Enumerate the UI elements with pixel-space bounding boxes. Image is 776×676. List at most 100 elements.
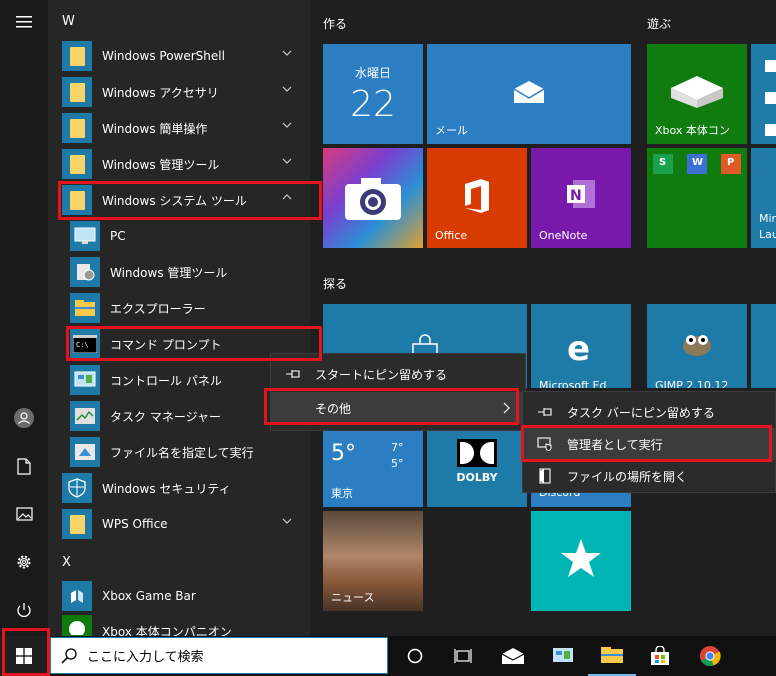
app-explorer[interactable]: エクスプローラー bbox=[70, 291, 306, 325]
app-label: Xbox Game Bar bbox=[102, 589, 196, 603]
tile-office-mini-group[interactable]: S W P bbox=[647, 148, 747, 248]
taskbar: ここに入力して検索 bbox=[0, 636, 776, 676]
highlight-start-button bbox=[2, 628, 50, 676]
presentation-icon: P bbox=[721, 154, 741, 174]
app-windows-admin-tools-folder[interactable]: Windows 管理ツール bbox=[62, 147, 306, 181]
tile-weather[interactable]: 5° 7° 5° 東京 bbox=[323, 427, 423, 507]
document-icon bbox=[17, 457, 31, 475]
tile-label: 東京 bbox=[331, 487, 353, 500]
power-icon bbox=[17, 603, 31, 618]
power-button[interactable] bbox=[0, 590, 48, 630]
control-panel-icon bbox=[70, 365, 100, 395]
taskbar-explorer-button[interactable] bbox=[588, 636, 636, 676]
app-xbox-companion[interactable]: Xbox 本体コンパニオン bbox=[62, 615, 306, 636]
tile-onenote[interactable]: N OneNote bbox=[531, 148, 631, 248]
start-menu: W Windows PowerShell Windows アクセサリ Windo… bbox=[0, 0, 776, 676]
group-label-play[interactable]: 遊ぶ bbox=[647, 15, 671, 32]
file-location-icon bbox=[539, 468, 551, 484]
app-windows-ease-of-access[interactable]: Windows 簡単操作 bbox=[62, 111, 306, 145]
sheets-icon: S bbox=[653, 154, 673, 174]
section-letter-w[interactable]: W bbox=[62, 14, 75, 29]
tile-edge[interactable]: e Microsoft Ed bbox=[531, 304, 631, 388]
app-label: Windows 管理ツール bbox=[110, 265, 228, 280]
app-windows-accessories[interactable]: Windows アクセサリ bbox=[62, 75, 306, 109]
gear-icon bbox=[17, 555, 31, 569]
tile-play-partial-top[interactable] bbox=[751, 44, 776, 144]
hamburger-icon bbox=[16, 16, 32, 28]
hamburger-menu-button[interactable] bbox=[0, 2, 48, 42]
tile-mail[interactable]: メール bbox=[427, 44, 631, 144]
app-xbox-game-bar[interactable]: Xbox Game Bar bbox=[62, 579, 306, 613]
calendar-day: 水曜日 bbox=[354, 66, 391, 80]
group-label-explore[interactable]: 探る bbox=[323, 275, 347, 292]
cortana-button[interactable] bbox=[391, 636, 439, 676]
writer-icon: W bbox=[687, 154, 707, 174]
task-view-icon bbox=[454, 649, 472, 663]
app-list: W Windows PowerShell Windows アクセサリ Windo… bbox=[48, 0, 310, 636]
group-label-create[interactable]: 作る bbox=[323, 15, 347, 32]
store-bag-icon bbox=[651, 646, 669, 665]
dolby-logo-icon bbox=[457, 439, 497, 467]
folder-icon bbox=[62, 113, 92, 143]
settings-button[interactable] bbox=[0, 542, 48, 582]
tile-icon bbox=[765, 60, 776, 136]
tile-office[interactable]: Office bbox=[427, 148, 527, 248]
app-pc[interactable]: PC bbox=[70, 219, 306, 253]
app-label: Windows セキュリティ bbox=[102, 481, 231, 496]
chevron-down-icon bbox=[282, 518, 292, 524]
tile-label: GIMP 2.10.12 bbox=[655, 379, 729, 388]
task-view-button[interactable] bbox=[439, 636, 487, 676]
taskbar-store-button[interactable] bbox=[636, 636, 684, 676]
tile-play-partial-bottom[interactable] bbox=[751, 304, 776, 388]
tile-label: メール bbox=[435, 124, 468, 137]
chevron-down-icon bbox=[282, 86, 292, 92]
envelope-icon bbox=[501, 648, 525, 664]
tile-label: Lau bbox=[759, 228, 776, 241]
app-windows-security[interactable]: Windows セキュリティ bbox=[62, 471, 306, 505]
folder-icon bbox=[62, 77, 92, 107]
app-label: Windows 管理ツール bbox=[102, 157, 220, 172]
menu-item-label: ファイルの場所を開く bbox=[567, 469, 688, 484]
tile-label: OneNote bbox=[539, 229, 588, 242]
tile-gimp[interactable]: GIMP 2.10.12 bbox=[647, 304, 747, 388]
documents-button[interactable] bbox=[0, 446, 48, 486]
game-bar-icon bbox=[62, 581, 92, 611]
file-explorer-icon bbox=[601, 647, 623, 663]
tile-minecraft-launcher-partial[interactable]: Mir Lau bbox=[751, 148, 776, 248]
taskbar-chrome-button[interactable] bbox=[686, 636, 734, 676]
taskbar-control-panel-button[interactable] bbox=[539, 636, 587, 676]
tile-xbox-companion[interactable]: Xbox 本体コン bbox=[647, 44, 747, 144]
app-windows-powershell[interactable]: Windows PowerShell bbox=[62, 39, 306, 73]
menu-item-label: タスク バーにピン留めする bbox=[567, 405, 715, 420]
tile-camera[interactable] bbox=[323, 148, 423, 248]
search-box[interactable]: ここに入力して検索 bbox=[50, 637, 388, 674]
tile-calendar[interactable]: 水曜日 22 bbox=[323, 44, 423, 144]
xbox-icon bbox=[62, 615, 92, 636]
tile-label: Mir bbox=[759, 212, 776, 225]
search-placeholder: ここに入力して検索 bbox=[87, 650, 204, 665]
camera-icon bbox=[345, 178, 401, 220]
highlight-command-prompt bbox=[66, 326, 322, 361]
pictures-button[interactable] bbox=[0, 494, 48, 534]
menu-item-open-file-location[interactable]: ファイルの場所を開く bbox=[523, 460, 775, 492]
menu-item-pin-to-taskbar[interactable]: タスク バーにピン留めする bbox=[523, 396, 775, 428]
menu-item-pin-to-start[interactable]: スタートにピン留めする bbox=[271, 358, 525, 390]
app-windows-admin-tools[interactable]: Windows 管理ツール bbox=[70, 255, 306, 289]
app-wps-office[interactable]: WPS Office bbox=[62, 507, 306, 541]
app-run[interactable]: ファイル名を指定して実行 bbox=[70, 435, 306, 469]
highlight-more bbox=[264, 388, 519, 425]
xbox-console-icon bbox=[671, 76, 723, 108]
app-label: Windows PowerShell bbox=[102, 49, 225, 63]
tile-dolby[interactable]: DOLBY bbox=[427, 427, 527, 507]
pin-icon bbox=[538, 408, 552, 416]
picture-icon bbox=[15, 507, 33, 521]
chevron-down-icon bbox=[282, 50, 292, 56]
tile-news[interactable]: ニュース bbox=[323, 511, 423, 611]
tile-favorites[interactable] bbox=[531, 511, 631, 611]
pin-icon bbox=[286, 370, 300, 378]
section-letter-x[interactable]: X bbox=[62, 555, 71, 570]
user-avatar-icon bbox=[14, 408, 34, 428]
user-account-button[interactable] bbox=[0, 398, 48, 438]
taskbar-mail-button[interactable] bbox=[489, 636, 537, 676]
run-icon bbox=[70, 437, 100, 467]
